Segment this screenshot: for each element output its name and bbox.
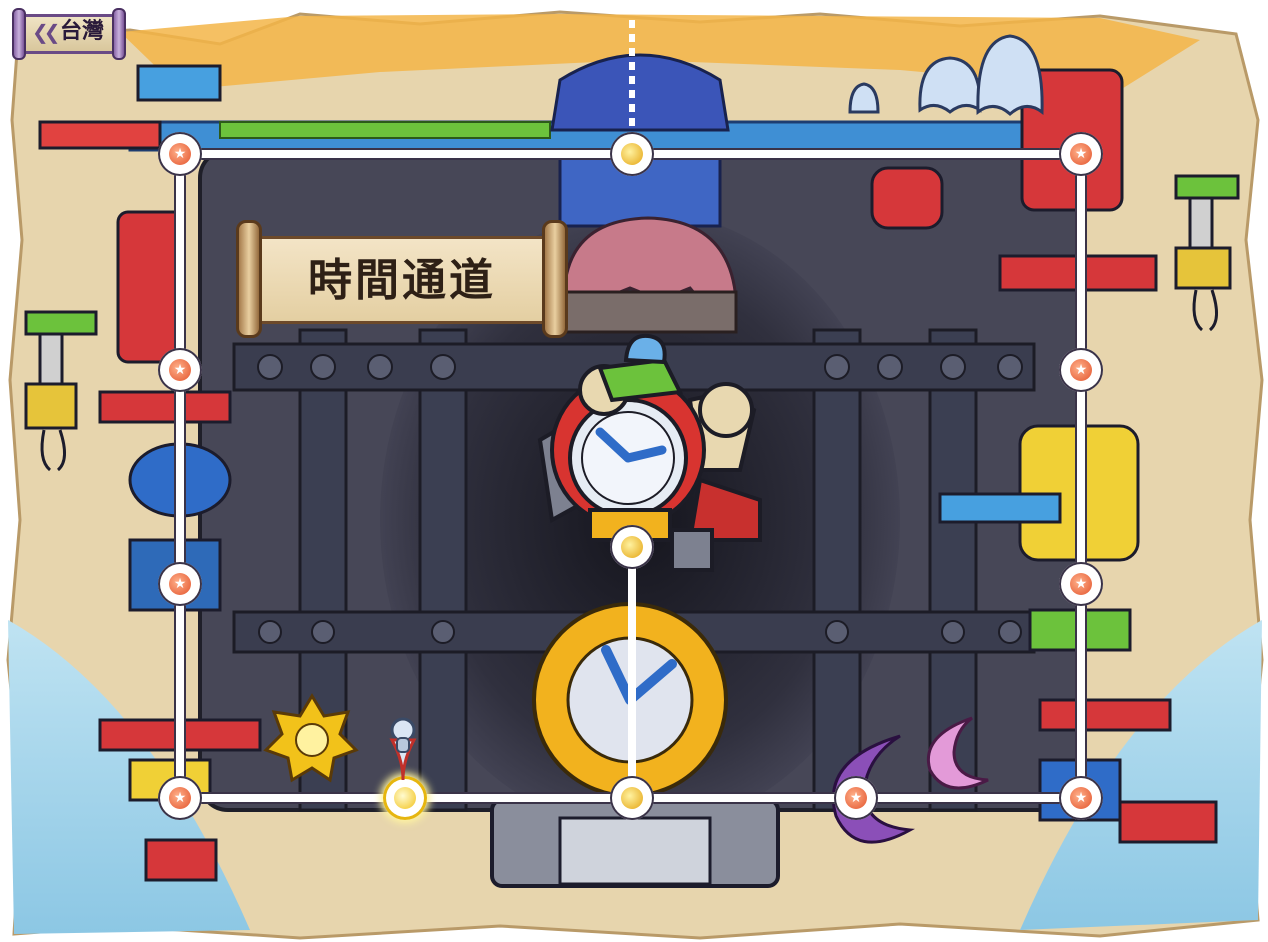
map-node-center-middle[interactable] (610, 525, 654, 569)
map-node-bottom-right-inner[interactable] (834, 776, 878, 820)
map-node-top-left[interactable] (158, 132, 202, 176)
top-rail-green (219, 121, 551, 139)
bottom-gate-door (558, 816, 712, 886)
map-node-top-right[interactable] (1059, 132, 1103, 176)
map-title-scroll: 時間通道 (236, 220, 568, 338)
star-node-icon (169, 787, 191, 809)
map-node-left-upper[interactable] (158, 348, 202, 392)
map-node-bottom-right[interactable] (1059, 776, 1103, 820)
gold-node-icon (621, 143, 643, 165)
map-node-bottom-center[interactable] (610, 776, 654, 820)
back-button-roll-right (112, 8, 126, 60)
map-title: 時間通道 (308, 255, 496, 306)
star-node-icon (1070, 143, 1092, 165)
star-node-icon (169, 359, 191, 381)
current-node-icon (394, 787, 416, 809)
gold-node-icon (621, 536, 643, 558)
double-chevron-left-icon: ❮❮ (32, 20, 60, 44)
gear-teeth-top (562, 290, 738, 334)
star-node-icon (845, 787, 867, 809)
star-node-icon (1070, 787, 1092, 809)
back-button-label: 台灣 (60, 19, 105, 44)
back-button-roll-left (12, 8, 26, 60)
map-node-right-lower[interactable] (1059, 562, 1103, 606)
map-node-bottom-left[interactable] (158, 776, 202, 820)
map-node-right-upper[interactable] (1059, 348, 1103, 392)
back-to-taiwan-button[interactable]: ❮❮ 台灣 (10, 8, 128, 60)
map-node-top-center[interactable] (610, 132, 654, 176)
world-map-screen: ❮❮ 台灣 時間通道 (0, 0, 1268, 942)
map-node-left-lower[interactable] (158, 562, 202, 606)
star-node-icon (169, 573, 191, 595)
gold-node-icon (621, 787, 643, 809)
star-node-icon (169, 143, 191, 165)
player-location-icon (389, 717, 417, 781)
star-node-icon (1070, 573, 1092, 595)
star-node-icon (1070, 359, 1092, 381)
